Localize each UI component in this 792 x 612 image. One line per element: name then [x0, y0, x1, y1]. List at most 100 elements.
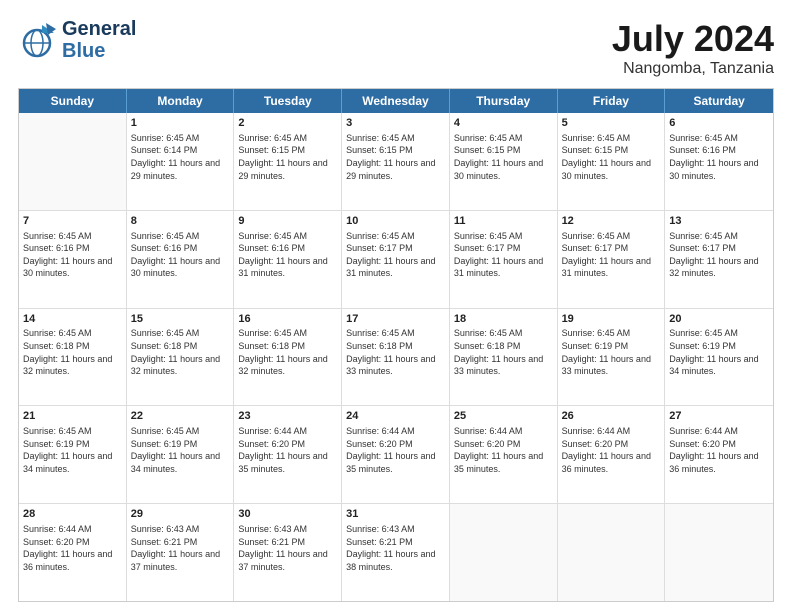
day-number: 14 — [23, 312, 122, 327]
day-cell-18: 18Sunrise: 6:45 AM Sunset: 6:18 PM Dayli… — [450, 309, 558, 406]
cell-info: Sunrise: 6:45 AM Sunset: 6:17 PM Dayligh… — [562, 230, 661, 280]
day-number: 10 — [346, 214, 445, 229]
day-cell-26: 26Sunrise: 6:44 AM Sunset: 6:20 PM Dayli… — [558, 406, 666, 503]
page: General Blue July 2024 Nangomba, Tanzani… — [0, 0, 792, 612]
logo-text-block: General Blue — [62, 18, 136, 62]
cell-info: Sunrise: 6:45 AM Sunset: 6:16 PM Dayligh… — [669, 132, 769, 182]
day-number: 17 — [346, 312, 445, 327]
logo-line2: Blue — [62, 40, 136, 62]
cell-info: Sunrise: 6:43 AM Sunset: 6:21 PM Dayligh… — [238, 523, 337, 573]
day-number: 9 — [238, 214, 337, 229]
cell-info: Sunrise: 6:45 AM Sunset: 6:15 PM Dayligh… — [346, 132, 445, 182]
day-cell-17: 17Sunrise: 6:45 AM Sunset: 6:18 PM Dayli… — [342, 309, 450, 406]
cell-info: Sunrise: 6:45 AM Sunset: 6:19 PM Dayligh… — [562, 327, 661, 377]
header-day-monday: Monday — [127, 89, 235, 113]
day-cell-7: 7Sunrise: 6:45 AM Sunset: 6:16 PM Daylig… — [19, 211, 127, 308]
day-cell-3: 3Sunrise: 6:45 AM Sunset: 6:15 PM Daylig… — [342, 113, 450, 210]
day-cell-1: 1Sunrise: 6:45 AM Sunset: 6:14 PM Daylig… — [127, 113, 235, 210]
cell-info: Sunrise: 6:45 AM Sunset: 6:19 PM Dayligh… — [669, 327, 769, 377]
cell-info: Sunrise: 6:45 AM Sunset: 6:19 PM Dayligh… — [131, 425, 230, 475]
day-number: 6 — [669, 116, 769, 131]
day-number: 11 — [454, 214, 553, 229]
calendar-row-4: 28Sunrise: 6:44 AM Sunset: 6:20 PM Dayli… — [19, 504, 773, 601]
header-day-tuesday: Tuesday — [234, 89, 342, 113]
day-cell-19: 19Sunrise: 6:45 AM Sunset: 6:19 PM Dayli… — [558, 309, 666, 406]
cell-info: Sunrise: 6:45 AM Sunset: 6:17 PM Dayligh… — [346, 230, 445, 280]
logo-line1: General — [62, 18, 136, 40]
day-cell-11: 11Sunrise: 6:45 AM Sunset: 6:17 PM Dayli… — [450, 211, 558, 308]
cell-info: Sunrise: 6:45 AM Sunset: 6:16 PM Dayligh… — [23, 230, 122, 280]
day-number: 16 — [238, 312, 337, 327]
header-day-sunday: Sunday — [19, 89, 127, 113]
day-number: 30 — [238, 507, 337, 522]
day-number: 19 — [562, 312, 661, 327]
day-number: 2 — [238, 116, 337, 131]
cell-info: Sunrise: 6:43 AM Sunset: 6:21 PM Dayligh… — [131, 523, 230, 573]
day-number: 29 — [131, 507, 230, 522]
day-cell-23: 23Sunrise: 6:44 AM Sunset: 6:20 PM Dayli… — [234, 406, 342, 503]
day-cell-4: 4Sunrise: 6:45 AM Sunset: 6:15 PM Daylig… — [450, 113, 558, 210]
header-day-thursday: Thursday — [450, 89, 558, 113]
day-number: 22 — [131, 409, 230, 424]
day-number: 4 — [454, 116, 553, 131]
day-number: 12 — [562, 214, 661, 229]
cell-info: Sunrise: 6:45 AM Sunset: 6:15 PM Dayligh… — [562, 132, 661, 182]
day-cell-8: 8Sunrise: 6:45 AM Sunset: 6:16 PM Daylig… — [127, 211, 235, 308]
calendar-body: 1Sunrise: 6:45 AM Sunset: 6:14 PM Daylig… — [19, 113, 773, 601]
day-number: 20 — [669, 312, 769, 327]
header-day-saturday: Saturday — [665, 89, 773, 113]
cell-info: Sunrise: 6:45 AM Sunset: 6:19 PM Dayligh… — [23, 425, 122, 475]
empty-cell-4-5 — [558, 504, 666, 601]
day-cell-14: 14Sunrise: 6:45 AM Sunset: 6:18 PM Dayli… — [19, 309, 127, 406]
day-cell-16: 16Sunrise: 6:45 AM Sunset: 6:18 PM Dayli… — [234, 309, 342, 406]
calendar-row-3: 21Sunrise: 6:45 AM Sunset: 6:19 PM Dayli… — [19, 406, 773, 504]
cell-info: Sunrise: 6:44 AM Sunset: 6:20 PM Dayligh… — [454, 425, 553, 475]
day-cell-13: 13Sunrise: 6:45 AM Sunset: 6:17 PM Dayli… — [665, 211, 773, 308]
calendar-row-2: 14Sunrise: 6:45 AM Sunset: 6:18 PM Dayli… — [19, 309, 773, 407]
day-number: 18 — [454, 312, 553, 327]
title-block: July 2024 Nangomba, Tanzania — [612, 18, 774, 78]
day-cell-27: 27Sunrise: 6:44 AM Sunset: 6:20 PM Dayli… — [665, 406, 773, 503]
day-cell-30: 30Sunrise: 6:43 AM Sunset: 6:21 PM Dayli… — [234, 504, 342, 601]
main-title: July 2024 — [612, 18, 774, 60]
day-number: 1 — [131, 116, 230, 131]
cell-info: Sunrise: 6:45 AM Sunset: 6:18 PM Dayligh… — [23, 327, 122, 377]
calendar-row-1: 7Sunrise: 6:45 AM Sunset: 6:16 PM Daylig… — [19, 211, 773, 309]
cell-info: Sunrise: 6:45 AM Sunset: 6:18 PM Dayligh… — [454, 327, 553, 377]
day-cell-6: 6Sunrise: 6:45 AM Sunset: 6:16 PM Daylig… — [665, 113, 773, 210]
day-cell-2: 2Sunrise: 6:45 AM Sunset: 6:15 PM Daylig… — [234, 113, 342, 210]
cell-info: Sunrise: 6:45 AM Sunset: 6:15 PM Dayligh… — [238, 132, 337, 182]
day-number: 8 — [131, 214, 230, 229]
day-cell-21: 21Sunrise: 6:45 AM Sunset: 6:19 PM Dayli… — [19, 406, 127, 503]
day-number: 13 — [669, 214, 769, 229]
day-number: 31 — [346, 507, 445, 522]
cell-info: Sunrise: 6:44 AM Sunset: 6:20 PM Dayligh… — [23, 523, 122, 573]
day-cell-15: 15Sunrise: 6:45 AM Sunset: 6:18 PM Dayli… — [127, 309, 235, 406]
calendar-row-0: 1Sunrise: 6:45 AM Sunset: 6:14 PM Daylig… — [19, 113, 773, 211]
cell-info: Sunrise: 6:45 AM Sunset: 6:15 PM Dayligh… — [454, 132, 553, 182]
cell-info: Sunrise: 6:44 AM Sunset: 6:20 PM Dayligh… — [346, 425, 445, 475]
logo: General Blue — [18, 18, 136, 62]
cell-info: Sunrise: 6:45 AM Sunset: 6:17 PM Dayligh… — [669, 230, 769, 280]
header-day-wednesday: Wednesday — [342, 89, 450, 113]
cell-info: Sunrise: 6:45 AM Sunset: 6:18 PM Dayligh… — [238, 327, 337, 377]
day-number: 15 — [131, 312, 230, 327]
cell-info: Sunrise: 6:45 AM Sunset: 6:17 PM Dayligh… — [454, 230, 553, 280]
empty-cell-4-4 — [450, 504, 558, 601]
day-cell-9: 9Sunrise: 6:45 AM Sunset: 6:16 PM Daylig… — [234, 211, 342, 308]
header: General Blue July 2024 Nangomba, Tanzani… — [18, 18, 774, 78]
cell-info: Sunrise: 6:45 AM Sunset: 6:16 PM Dayligh… — [238, 230, 337, 280]
day-number: 28 — [23, 507, 122, 522]
day-cell-22: 22Sunrise: 6:45 AM Sunset: 6:19 PM Dayli… — [127, 406, 235, 503]
empty-cell-0-0 — [19, 113, 127, 210]
day-cell-24: 24Sunrise: 6:44 AM Sunset: 6:20 PM Dayli… — [342, 406, 450, 503]
logo-icon — [18, 21, 56, 59]
day-cell-29: 29Sunrise: 6:43 AM Sunset: 6:21 PM Dayli… — [127, 504, 235, 601]
day-cell-5: 5Sunrise: 6:45 AM Sunset: 6:15 PM Daylig… — [558, 113, 666, 210]
cell-info: Sunrise: 6:43 AM Sunset: 6:21 PM Dayligh… — [346, 523, 445, 573]
header-day-friday: Friday — [558, 89, 666, 113]
empty-cell-4-6 — [665, 504, 773, 601]
day-number: 27 — [669, 409, 769, 424]
subtitle: Nangomba, Tanzania — [612, 60, 774, 78]
day-number: 5 — [562, 116, 661, 131]
